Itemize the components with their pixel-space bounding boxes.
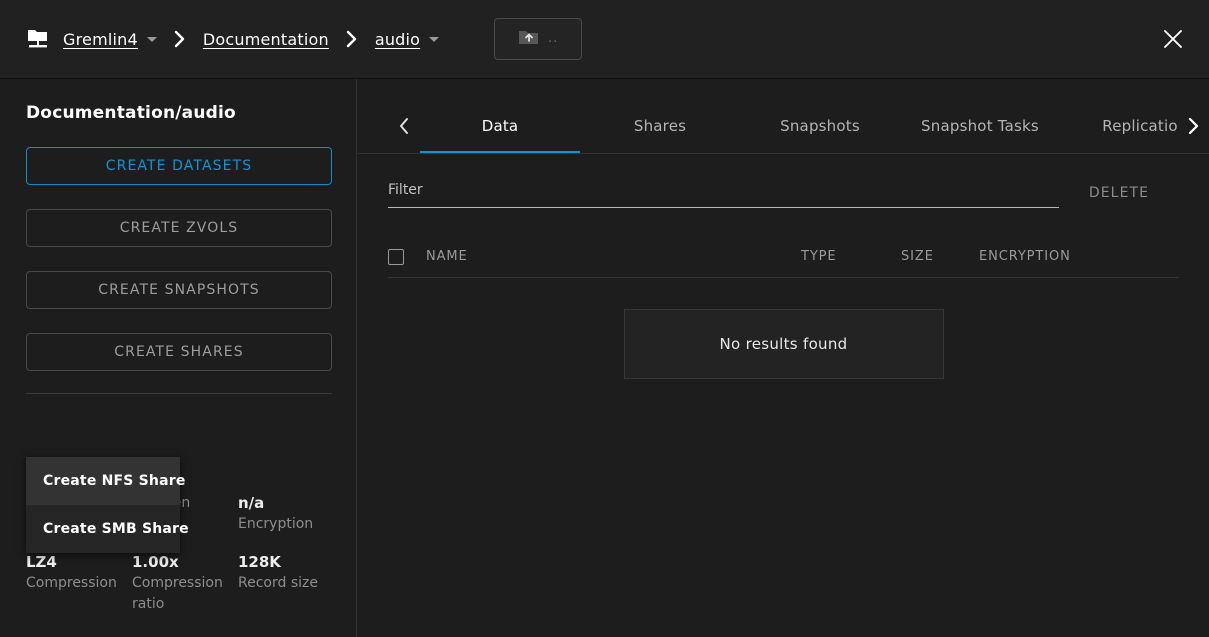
tab-shares[interactable]: Shares [580,98,740,153]
navigate-up-button[interactable]: .. [494,18,582,60]
sidebar-panel: Documentation/audio CREATE DATASETS CREA… [0,79,357,637]
chevron-down-icon[interactable] [147,37,157,42]
chevron-down-icon[interactable] [429,37,439,42]
breadcrumb-separator-icon [174,30,186,48]
create-shares-button[interactable]: CREATE SHARES [26,333,332,371]
stat-encryption-value: n/a [238,493,336,514]
stat-encryption: n/a Encryption [238,493,344,535]
breadcrumb-separator-icon [346,30,358,48]
stat-record-size-label: Record size [238,573,336,594]
column-header-name[interactable]: NAME [426,249,801,264]
stat-compression-label: Compression [26,573,124,594]
create-shares-dropdown-menu: Create NFS Share Create SMB Share [26,457,180,553]
navigate-up-label: .. [548,36,558,42]
breadcrumb: Gremlin4 Documentation audio [25,0,439,78]
create-snapshots-button[interactable]: CREATE SNAPSHOTS [26,271,332,309]
breadcrumb-item-2[interactable]: audio [375,30,420,49]
chevron-left-icon[interactable] [388,98,420,153]
stats-row-2: LZ4 Compression 1.00x Compression ratio … [26,552,344,615]
dataset-manager-window: Gremlin4 Documentation audio [0,0,1209,637]
close-icon[interactable] [1155,21,1191,57]
menu-item-create-nfs-share[interactable]: Create NFS Share [26,457,180,505]
stat-record-size: 128K Record size [238,552,344,615]
create-datasets-button[interactable]: CREATE DATASETS [26,147,332,185]
breadcrumb-item-1[interactable]: Documentation [203,30,329,49]
select-all-checkbox[interactable] [388,249,404,265]
tab-data[interactable]: Data [420,98,580,153]
tab-snapshot-tasks[interactable]: Snapshot Tasks [900,98,1060,153]
sidebar-divider [26,393,332,394]
empty-state-message: No results found [624,309,944,379]
window-header: Gremlin4 Documentation audio [0,0,1209,79]
stat-compression-ratio-value: 1.00x [132,552,230,573]
stat-compression-ratio: 1.00x Compression ratio [132,552,238,615]
stat-encryption-label: Encryption [238,514,336,535]
page-title: Documentation/audio [26,103,356,123]
main-panel: Data Shares Snapshots Snapshot Tasks Rep… [358,79,1209,637]
table-header-row: NAME TYPE SIZE ENCRYPTION [388,236,1179,278]
delete-button[interactable]: DELETE [1059,178,1179,208]
stat-compression: LZ4 Compression [26,552,132,615]
tab-snapshots[interactable]: Snapshots [740,98,900,153]
folder-up-icon [518,28,540,51]
stat-record-size-value: 128K [238,552,336,573]
column-header-encryption[interactable]: ENCRYPTION [979,249,1119,264]
column-header-size[interactable]: SIZE [901,249,979,264]
chevron-right-icon[interactable] [1177,98,1209,154]
tab-bar: Data Shares Snapshots Snapshot Tasks Rep… [358,98,1209,154]
column-header-type[interactable]: TYPE [801,249,901,264]
filter-row: DELETE [388,178,1179,208]
menu-item-create-smb-share[interactable]: Create SMB Share [26,505,180,553]
filter-input[interactable] [388,178,1059,208]
breadcrumb-item-0[interactable]: Gremlin4 [63,30,138,49]
server-storage-icon [25,27,51,51]
stat-compression-value: LZ4 [26,552,124,573]
create-zvols-button[interactable]: CREATE ZVOLS [26,209,332,247]
stat-compression-ratio-label: Compression ratio [132,573,230,615]
